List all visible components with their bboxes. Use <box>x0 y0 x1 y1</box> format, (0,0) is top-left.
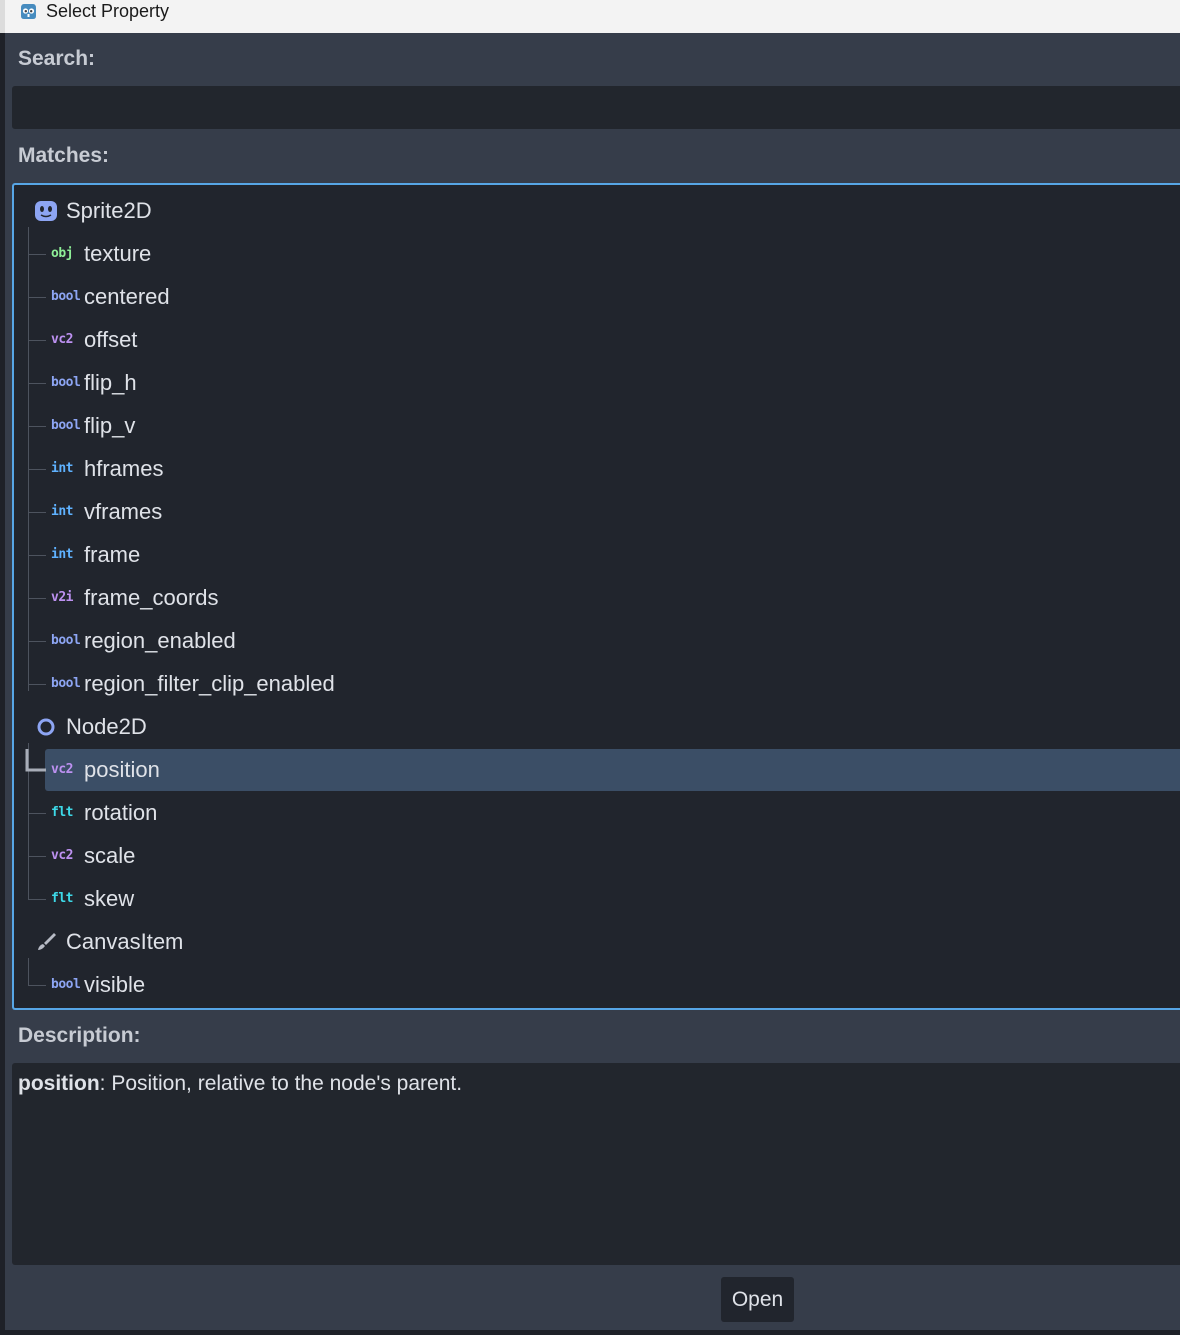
int-type-icon: int <box>51 547 73 562</box>
property-label: flip_h <box>84 370 137 395</box>
description-label: Description: <box>18 1024 141 1047</box>
bool-type-icon: bool <box>51 418 81 433</box>
bool-type-icon: bool <box>51 633 81 648</box>
tree-item-centered[interactable]: bool centered <box>14 276 1180 318</box>
description-text: position: Position, relative to the node… <box>18 1071 462 1097</box>
tree-connector <box>28 469 46 470</box>
property-label: frame <box>84 542 141 567</box>
search-label: Search: <box>18 47 96 70</box>
float-type-icon: flt <box>51 891 73 906</box>
property-label: centered <box>84 284 170 309</box>
open-button[interactable]: Open <box>721 1277 794 1322</box>
description-panel: position: Position, relative to the node… <box>12 1063 1180 1265</box>
tree-item-frame[interactable]: int frame <box>14 534 1180 576</box>
tree-connector <box>28 641 46 642</box>
description-body: : Position, relative to the node's paren… <box>99 1072 463 1095</box>
tree-connector <box>28 297 46 298</box>
tree-item-scale[interactable]: vc2 scale <box>14 835 1180 877</box>
tree-item-position[interactable]: vc2 position <box>14 749 1180 791</box>
tree-category-node2d[interactable]: Node2D <box>14 706 1180 748</box>
property-label: region_enabled <box>84 628 236 653</box>
godot-logo-icon <box>21 4 36 19</box>
bool-type-icon: bool <box>51 977 81 992</box>
property-label: position <box>84 757 160 782</box>
property-label: vframes <box>84 499 163 524</box>
category-label: Node2D <box>66 714 147 739</box>
tree-connector <box>28 899 46 900</box>
node2d-icon <box>37 718 55 736</box>
tree-item-texture[interactable]: obj texture <box>14 233 1180 275</box>
tree-category-canvasitem[interactable]: CanvasItem <box>14 921 1180 963</box>
float-type-icon: flt <box>51 805 73 820</box>
property-label: hframes <box>84 456 164 481</box>
int-type-icon: int <box>51 504 73 519</box>
tree-connector <box>28 426 46 427</box>
tree-connector <box>28 985 46 986</box>
tree-connector <box>28 383 46 384</box>
property-label: visible <box>84 972 146 997</box>
tree-connector <box>28 813 46 814</box>
tree-item-flip-v[interactable]: bool flip_v <box>14 405 1180 447</box>
vector2-type-icon: vc2 <box>51 762 73 777</box>
window-title: Select Property <box>46 1 170 21</box>
tree-connector-selected <box>25 749 46 772</box>
tree-connector <box>28 555 46 556</box>
property-label: scale <box>84 843 136 868</box>
category-label: CanvasItem <box>66 929 184 954</box>
tree-connector <box>28 254 46 255</box>
bool-type-icon: bool <box>51 289 81 304</box>
tree-item-hframes[interactable]: int hframes <box>14 448 1180 490</box>
tree-connector <box>28 598 46 599</box>
search-input[interactable] <box>12 86 1180 129</box>
tree-item-region-filter-clip-enabled[interactable]: bool region_filter_clip_enabled <box>14 663 1180 705</box>
tree-item-frame-coords[interactable]: v2i frame_coords <box>14 577 1180 619</box>
tree-item-rotation[interactable]: flt rotation <box>14 792 1180 834</box>
int-type-icon: int <box>51 461 73 476</box>
tree-connector <box>28 684 46 685</box>
tree-connector <box>28 856 46 857</box>
tree-item-skew[interactable]: flt skew <box>14 878 1180 920</box>
property-label: skew <box>84 886 135 911</box>
vector2i-type-icon: v2i <box>51 590 73 605</box>
brush-icon <box>38 933 56 950</box>
selection-highlight <box>45 749 1180 791</box>
property-label: rotation <box>84 800 158 825</box>
sprite2d-icon <box>35 201 57 221</box>
tree-item-vframes[interactable]: int vframes <box>14 491 1180 533</box>
tree-category-sprite2d[interactable]: Sprite2D <box>14 190 1180 232</box>
tree-item-flip-h[interactable]: bool flip_h <box>14 362 1180 404</box>
tree-connector <box>28 512 46 513</box>
tree-item-visible[interactable]: bool visible <box>14 964 1180 1006</box>
property-label: frame_coords <box>84 585 219 610</box>
property-label: texture <box>84 241 152 266</box>
category-label: Sprite2D <box>66 198 152 223</box>
vector2-type-icon: vc2 <box>51 332 73 347</box>
window-bottom-edge <box>0 1330 1180 1335</box>
matches-tree[interactable]: Sprite2D obj texture bool centered vc2 o… <box>12 183 1180 1010</box>
window-titlebar: Select Property <box>0 0 1180 33</box>
matches-label: Matches: <box>18 144 110 167</box>
tree-connector <box>28 340 46 341</box>
titlebar-edge <box>0 0 5 33</box>
vector2-type-icon: vc2 <box>51 848 73 863</box>
bool-type-icon: bool <box>51 375 81 390</box>
tree-item-offset[interactable]: vc2 offset <box>14 319 1180 361</box>
object-type-icon: obj <box>51 246 73 261</box>
description-property-name: position <box>18 1072 100 1095</box>
property-label: region_filter_clip_enabled <box>84 671 335 696</box>
tree-item-region-enabled[interactable]: bool region_enabled <box>14 620 1180 662</box>
property-label: flip_v <box>84 413 136 438</box>
property-label: offset <box>84 327 138 352</box>
bool-type-icon: bool <box>51 676 81 691</box>
